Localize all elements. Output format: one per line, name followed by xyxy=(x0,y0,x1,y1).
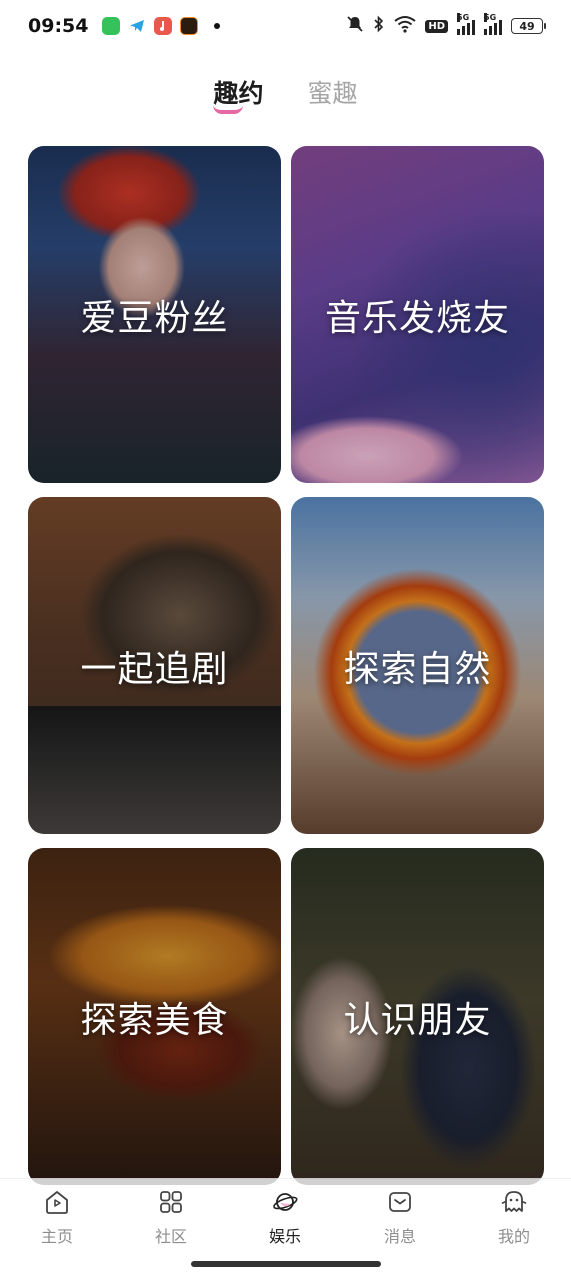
nav-messages[interactable]: 消息 xyxy=(360,1189,440,1247)
status-right: HD 5G 5G 49 xyxy=(346,13,546,37)
card-meet-friends[interactable]: 认识朋友 xyxy=(291,848,544,1185)
card-music-lovers[interactable]: 音乐发烧友 xyxy=(291,146,544,483)
more-notifications-dot xyxy=(214,23,221,29)
signal-5g-icon: 5G xyxy=(457,13,475,35)
status-bar: 09:54 HD 5G 5G 49 xyxy=(0,0,571,52)
nav-home-label: 主页 xyxy=(40,1227,73,1246)
card-label: 探索美食 xyxy=(80,999,229,1041)
nav-entertainment[interactable]: 娱乐 xyxy=(245,1189,325,1247)
status-left: 09:54 xyxy=(28,15,221,37)
nav-profile[interactable]: 我的 xyxy=(474,1189,554,1247)
tab-miqu[interactable]: 蜜趣 xyxy=(308,74,358,110)
message-icon xyxy=(389,1192,411,1212)
ghost-icon xyxy=(501,1191,527,1212)
mute-icon xyxy=(346,15,364,37)
card-explore-food[interactable]: 探索美食 xyxy=(28,848,281,1185)
signal-5g-icon-2: 5G xyxy=(484,13,502,35)
bluetooth-icon xyxy=(373,15,385,37)
telegram-icon xyxy=(128,17,146,35)
home-icon xyxy=(46,1191,68,1214)
battery-indicator: 49 xyxy=(511,18,546,34)
home-indicator[interactable] xyxy=(191,1261,381,1267)
tab-miqu-label: 蜜趣 xyxy=(307,79,358,108)
clock: 09:54 xyxy=(28,15,89,37)
nav-profile-label: 我的 xyxy=(497,1227,530,1246)
card-label: 探索自然 xyxy=(343,648,492,690)
music-app-icon xyxy=(154,17,173,35)
card-label: 爱豆粉丝 xyxy=(80,297,229,339)
active-tab-indicator xyxy=(213,105,244,114)
hd-icon: HD xyxy=(425,19,448,33)
card-label: 认识朋友 xyxy=(343,999,492,1041)
game-app-icon xyxy=(180,17,199,35)
nav-community-label: 社区 xyxy=(154,1227,187,1246)
nav-messages-label: 消息 xyxy=(383,1227,416,1246)
tab-quyue[interactable]: 趣约 xyxy=(213,74,264,114)
top-tabs: 趣约 蜜趣 xyxy=(0,74,571,114)
tab-quyue-label: 趣约 xyxy=(213,79,264,108)
grid-icon xyxy=(160,1191,182,1213)
card-idol-fans[interactable]: 爱豆粉丝 xyxy=(28,146,281,483)
nav-home[interactable]: 主页 xyxy=(17,1189,97,1247)
card-binge-watching[interactable]: 一起追剧 xyxy=(28,497,281,834)
planet-icon xyxy=(273,1193,298,1211)
card-label: 一起追剧 xyxy=(80,648,229,690)
nav-entertainment-label: 娱乐 xyxy=(268,1227,301,1246)
card-explore-nature[interactable]: 探索自然 xyxy=(291,497,544,834)
nav-community[interactable]: 社区 xyxy=(131,1189,211,1247)
card-label: 音乐发烧友 xyxy=(324,297,510,339)
messages-app-icon xyxy=(102,17,121,35)
wifi-icon xyxy=(394,15,416,37)
